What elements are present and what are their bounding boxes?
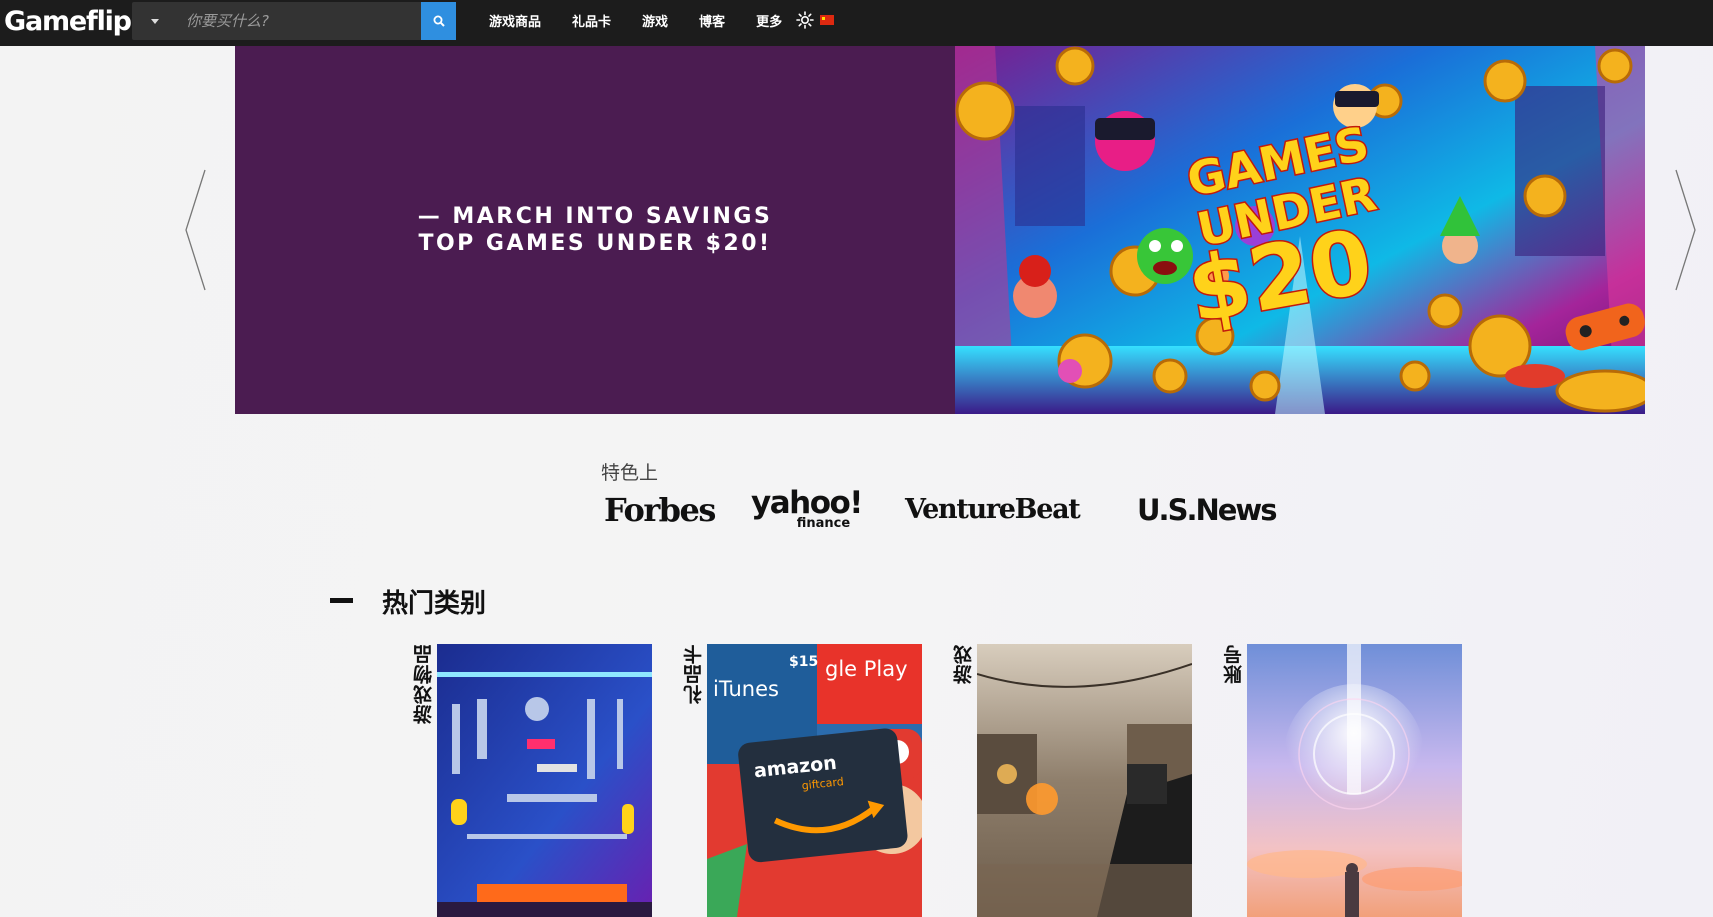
gift-art-gplay: gle Play bbox=[825, 657, 908, 681]
search-button[interactable] bbox=[421, 2, 456, 40]
gift-art-price: $15 bbox=[789, 654, 818, 670]
main-nav: 游戏商品 礼品卡 游戏 博客 更多 bbox=[489, 0, 835, 40]
usnews-logo[interactable]: U.S.News bbox=[1137, 488, 1277, 532]
hero-banner[interactable]: — MARCH INTO SAVINGS TOP GAMES UNDER $20… bbox=[235, 46, 1645, 414]
category-card-game-items[interactable]: 游戏物品 bbox=[410, 644, 652, 917]
category-label: 游戏物品 bbox=[413, 644, 435, 724]
venturebeat-logo[interactable]: VentureBeat bbox=[905, 488, 1081, 532]
nav-gift-cards[interactable]: 礼品卡 bbox=[572, 11, 611, 30]
gameflip-logo[interactable]: Gameflip bbox=[4, 4, 132, 40]
gift-art-itunes: iTunes bbox=[713, 677, 779, 701]
hero-line-2: TOP GAMES UNDER $20! bbox=[418, 231, 772, 256]
search-category-dropdown[interactable] bbox=[132, 2, 178, 40]
category-label: 游戏 bbox=[953, 644, 975, 684]
yahoo-logo-main: yahoo! bbox=[751, 485, 863, 521]
nav-games[interactable]: 游戏 bbox=[642, 11, 668, 30]
popular-categories-title: 热门类别 bbox=[382, 589, 487, 619]
category-card-accounts[interactable]: 账号 bbox=[1220, 644, 1462, 917]
accounts-image bbox=[1247, 644, 1462, 917]
section-dash bbox=[330, 598, 353, 603]
forbes-logo[interactable]: Forbes bbox=[604, 488, 716, 532]
category-card-gift-cards[interactable]: 礼品卡 $15 iTunes gle Play amazon giftcard bbox=[680, 644, 922, 917]
yahoo-finance-logo[interactable]: yahoo! finance bbox=[751, 485, 863, 531]
games-image bbox=[977, 644, 1192, 917]
search-input[interactable] bbox=[182, 2, 404, 40]
featured-on-label: 特色上 bbox=[601, 462, 659, 484]
hero-artwork: GAMES UNDER $20 bbox=[955, 46, 1645, 414]
nav-more[interactable]: 更多 bbox=[756, 11, 782, 30]
category-label: 礼品卡 bbox=[683, 644, 705, 704]
language-flag-icon[interactable] bbox=[820, 15, 835, 25]
search-bar bbox=[132, 2, 456, 40]
nav-game-items[interactable]: 游戏商品 bbox=[489, 11, 541, 30]
caret-down-icon bbox=[151, 18, 159, 24]
hero-text: — MARCH INTO SAVINGS TOP GAMES UNDER $20… bbox=[235, 46, 955, 414]
search-icon bbox=[433, 15, 445, 27]
carousel-next-arrow[interactable] bbox=[1672, 168, 1698, 292]
carousel-prev-arrow[interactable] bbox=[183, 168, 209, 292]
nav-blog[interactable]: 博客 bbox=[699, 11, 725, 30]
gift-cards-image: $15 iTunes gle Play amazon giftcard bbox=[707, 644, 922, 917]
category-label: 账号 bbox=[1223, 644, 1245, 684]
sun-icon bbox=[796, 11, 814, 29]
hero-line-1: — MARCH INTO SAVINGS bbox=[417, 204, 773, 229]
top-navbar: Gameflip 游戏商品 礼品卡 游戏 博客 更多 bbox=[0, 0, 1713, 46]
game-items-image bbox=[437, 644, 652, 917]
category-card-games[interactable]: 游戏 bbox=[950, 644, 1192, 917]
theme-toggle-button[interactable] bbox=[796, 11, 814, 29]
